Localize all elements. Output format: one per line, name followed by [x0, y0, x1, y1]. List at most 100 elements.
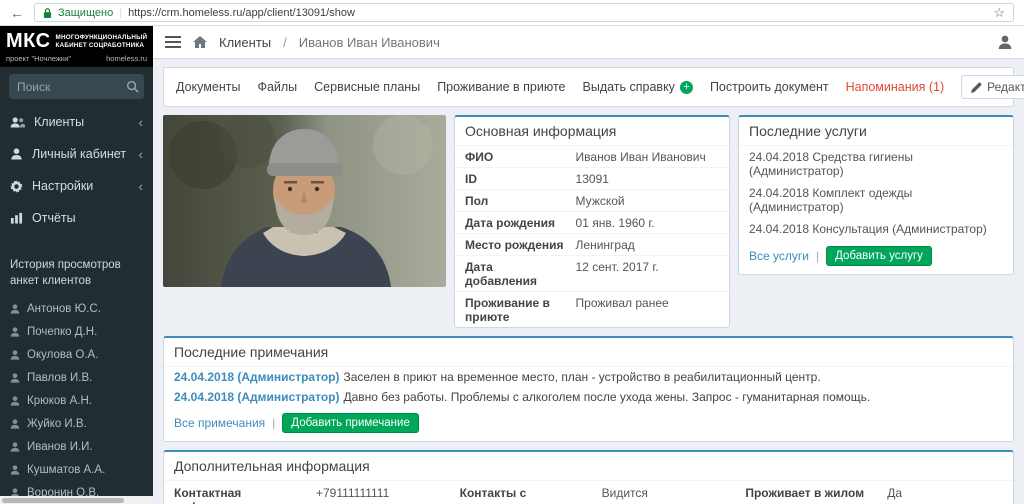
hamburger-icon[interactable] [165, 36, 181, 48]
menu-label: Отчёты [32, 211, 76, 225]
users-icon [10, 116, 25, 128]
tab-files[interactable]: Файлы [257, 80, 297, 94]
tab-reminders[interactable]: Напоминания (1) [846, 80, 945, 94]
logo-line1: МНОГОФУНКЦИОНАЛЬНЫЙ [55, 34, 148, 41]
all-services-link[interactable]: Все услуги [749, 249, 809, 263]
client-icon [10, 441, 20, 452]
note-date-link[interactable]: 24.04.2018 (Администратор) [174, 370, 339, 384]
chevron-left-icon: ‹ [138, 146, 143, 162]
sidebar-item-personal-cabinet[interactable]: Личный кабинет ‹ [0, 138, 153, 170]
user-menu-button[interactable] [998, 35, 1012, 49]
security-label: Защищено [58, 6, 114, 19]
logo-site: homeless.ru [106, 54, 147, 63]
note-text: Заселен в приют на временное место, план… [343, 370, 821, 384]
sidebar-item-reports[interactable]: Отчёты [0, 202, 153, 234]
note-item: 24.04.2018 (Администратор) Давно без рабо… [164, 387, 1013, 407]
search-input[interactable] [9, 79, 120, 94]
history-item[interactable]: Крюков А.Н. [0, 389, 153, 412]
tab-build-document[interactable]: Построить документ [710, 80, 829, 94]
tab-service-plans[interactable]: Сервисные планы [314, 80, 420, 94]
info-row: Контакты с родственникамиВидится [460, 481, 718, 504]
table-row: Проживание в приюте Проживал ранее [465, 295, 669, 324]
history-name: Антонов Ю.С. [27, 302, 101, 315]
pencil-icon [971, 82, 982, 93]
add-service-button[interactable]: Добавить услугу [826, 246, 932, 266]
logo-abbr: МКС [6, 30, 51, 52]
note-date-link[interactable]: 24.04.2018 (Администратор) [174, 390, 339, 404]
history-name: Окулова О.А. [27, 348, 99, 361]
main-area: Клиенты / Иванов Иван Иванович Документы… [153, 26, 1024, 504]
tab-documents[interactable]: Документы [176, 80, 240, 94]
edit-button[interactable]: Редактировать [961, 75, 1024, 99]
menu-label: Личный кабинет [32, 147, 127, 161]
table-row: Дата добавления 12 сент. 2017 г. [455, 256, 729, 292]
additional-info-title: Дополнительная информация [164, 452, 1013, 481]
topbar: Клиенты / Иванов Иван Иванович [153, 26, 1024, 59]
logo-project: проект "Ночлежки" [6, 54, 72, 63]
edit-label: Редактировать [987, 80, 1024, 94]
history-item[interactable]: Кушматов А.А. [0, 458, 153, 481]
tab-issue-certificate[interactable]: Выдать справку + [583, 80, 693, 94]
bar-chart-icon [10, 212, 23, 224]
history-name: Почепко Д.Н. [27, 325, 98, 338]
menu-label: Настройки [32, 179, 94, 193]
main-info-panel: Основная информация ФИО Иванов Иван Ивано… [454, 115, 730, 328]
client-photo [163, 115, 446, 287]
history-item[interactable]: Антонов Ю.С. [0, 297, 153, 320]
client-icon [10, 418, 20, 429]
sidebar-menu: Клиенты ‹ Личный кабинет ‹ Настройки ‹ О… [0, 106, 153, 234]
add-note-button[interactable]: Добавить примечание [282, 413, 419, 433]
sidebar-search [9, 74, 144, 99]
notes-footer: Все примечания | Добавить примечание [164, 407, 1013, 441]
user-icon [11, 148, 22, 160]
client-icon [10, 326, 20, 337]
search-button[interactable] [120, 80, 144, 93]
address-bar[interactable]: Защищено | https://crm.homeless.ru/app/c… [34, 3, 1014, 22]
history-item[interactable]: Иванов И.И. [0, 435, 153, 458]
history-name: Кушматов А.А. [27, 463, 106, 476]
tabbar: Документы Файлы Сервисные планы Проживан… [163, 67, 1024, 107]
footer-separator: | [815, 249, 820, 263]
scrollbar-thumb[interactable] [2, 497, 124, 503]
service-item: 24.04.2018 Комплект одежды (Администрато… [749, 186, 913, 214]
table-row: Пол Мужской [455, 190, 729, 212]
services-title: Последние услуги [739, 117, 1013, 146]
sidebar-item-clients[interactable]: Клиенты ‹ [0, 106, 153, 138]
address-separator: | [119, 6, 123, 19]
menu-label: Клиенты [34, 115, 85, 129]
history-item[interactable]: Жуйко И.В. [0, 412, 153, 435]
note-text: Давно без работы. Проблемы с алкоголем п… [343, 390, 871, 404]
logo-subtitle: проект "Ночлежки" homeless.ru [0, 54, 153, 67]
history-item[interactable]: Павлов И.В. [0, 366, 153, 389]
history-item[interactable]: Окулова О.А. [0, 343, 153, 366]
history-title: История просмотров анкет клиентов [10, 259, 121, 287]
back-arrow-icon[interactable]: ← [10, 5, 24, 21]
main-info-table: ФИО Иванов Иван Иванович ID 13091 Пол Мужск… [455, 146, 729, 327]
additional-info-grid: Контактная информация+79111111111 Дата н… [164, 481, 1013, 504]
history-name: Жуйко И.В. [27, 417, 87, 430]
app-logo: МКС МНОГОФУНКЦИОНАЛЬНЫЙ КАБИНЕТ СОЦРАБОТ… [0, 26, 153, 54]
history-item[interactable]: Почепко Д.Н. [0, 320, 153, 343]
services-list: 24.04.2018 Средства гигиены (Администрат… [739, 146, 1013, 240]
chevron-left-icon: ‹ [138, 178, 143, 194]
service-item: 24.04.2018 Средства гигиены (Администрат… [749, 150, 913, 178]
breadcrumb-separator: / [283, 34, 287, 50]
footer-separator: | [272, 416, 276, 430]
home-icon[interactable] [193, 36, 207, 48]
history-list: Антонов Ю.С. Почепко Д.Н. Окулова О.А. П… [0, 297, 153, 504]
lock-icon [43, 7, 52, 18]
client-icon [10, 395, 20, 406]
bookmark-star-icon[interactable]: ☆ [993, 5, 1005, 21]
sidebar: МКС МНОГОФУНКЦИОНАЛЬНЫЙ КАБИНЕТ СОЦРАБОТ… [0, 26, 153, 504]
info-row: Проживает в жилом помещенииДа [745, 481, 1003, 504]
sidebar-horizontal-scrollbar[interactable] [0, 496, 153, 504]
sidebar-item-settings[interactable]: Настройки ‹ [0, 170, 153, 202]
all-notes-link[interactable]: Все примечания [174, 416, 265, 430]
info-row: Контактная информация+79111111111 [174, 481, 432, 504]
notes-title: Последние примечания [164, 338, 1013, 367]
breadcrumb-clients[interactable]: Клиенты [219, 35, 271, 50]
search-icon [126, 80, 139, 93]
tab-shelter-stay[interactable]: Проживание в приюте [437, 80, 565, 94]
person-icon [998, 35, 1012, 49]
client-icon [10, 372, 20, 383]
